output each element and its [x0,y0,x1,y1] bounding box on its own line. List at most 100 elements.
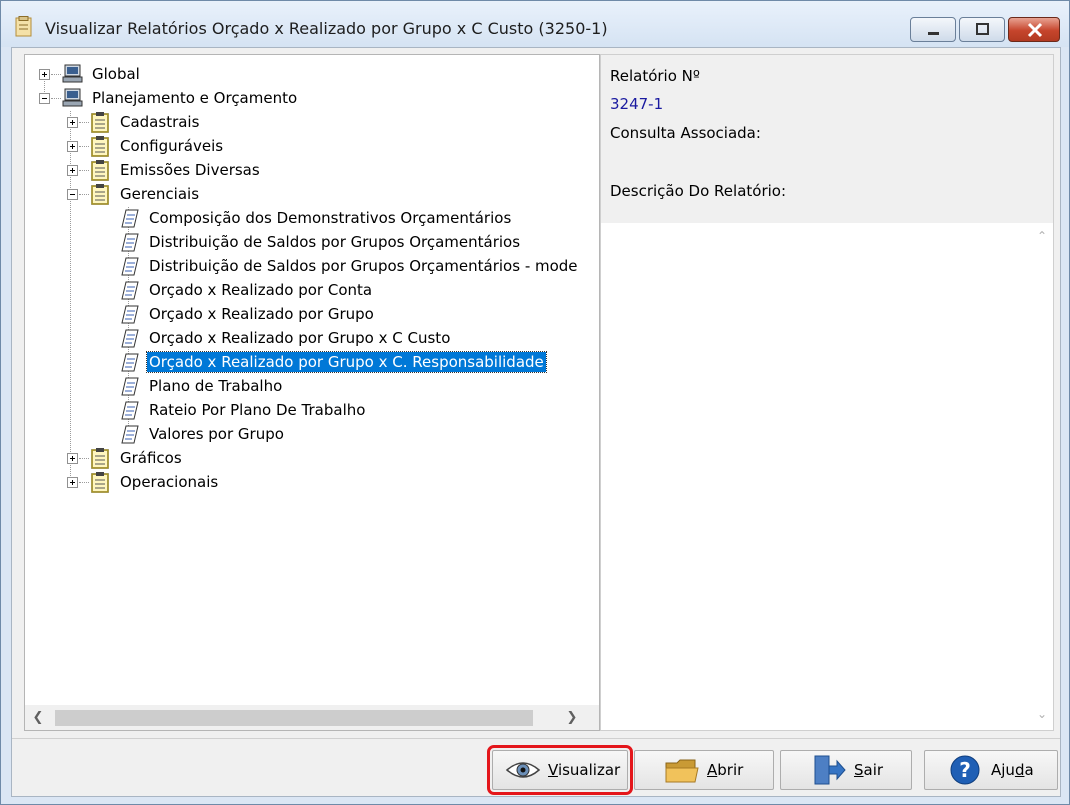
expand-icon[interactable] [67,453,78,464]
tree-node[interactable]: Emissões Diversas [25,159,599,181]
tree-node-label: Rateio Por Plano De Trabalho [149,401,366,419]
tree-node-label: Emissões Diversas [120,161,260,179]
view-button[interactable]: Visualizar [487,745,633,795]
report-info-panel: Relatório Nº 3247-1 Consulta Associada: … [600,54,1054,731]
report-icon [121,401,139,420]
report-icon [121,305,139,324]
report-number-label: Relatório Nº [610,67,700,85]
report-icon [121,233,139,252]
close-icon [1027,22,1043,38]
scroll-down-icon[interactable]: ⌄ [1034,707,1050,721]
computer-icon [62,64,83,83]
tree-node-label: Distribuição de Saldos por Grupos Orçame… [149,257,578,275]
computer-icon [62,88,83,107]
tree-node[interactable]: Orçado x Realizado por Grupo [25,303,599,325]
tree-node[interactable]: Composição dos Demonstrativos Orçamentár… [25,207,599,229]
help-button-label: Ajuda [991,761,1034,779]
tree-node-label: Configuráveis [120,137,224,155]
tree-node-label: Operacionais [120,473,219,491]
tree-node-label: Planejamento e Orçamento [92,89,298,107]
tree-node[interactable]: Orçado x Realizado por Conta [25,279,599,301]
title-bar: Visualizar Relatórios Orçado x Realizado… [1,1,1069,47]
tree-connector [51,98,61,99]
maximize-button[interactable] [959,17,1005,42]
report-icon [121,425,139,444]
report-icon [121,209,139,228]
report-icon [121,377,139,396]
tree-connector [79,458,89,459]
tree-connector [51,74,61,75]
tree-node-label: Global [92,65,140,83]
report-tree[interactable]: Global Planejamento e Orçamento Cadastrais… [24,54,600,731]
view-button-label: Visualizar [548,761,621,779]
tree-node[interactable]: Orçado x Realizado por Grupo x C. Respon… [25,351,599,373]
tree-node[interactable]: Cadastrais [25,111,599,133]
report-viewer-window: Visualizar Relatórios Orçado x Realizado… [0,0,1070,805]
scroll-right-icon[interactable]: ❯ [563,709,581,727]
report-icon [121,257,139,276]
tree-node-label: Distribuição de Saldos por Grupos Orçame… [149,233,521,251]
tree-connector [79,194,89,195]
eye-icon [505,762,541,778]
tree-node-label: Orçado x Realizado por Grupo [149,305,374,323]
clipboard-icon [91,448,109,469]
tree-node[interactable]: Planejamento e Orçamento [25,87,599,109]
tree-node[interactable]: Orçado x Realizado por Grupo x C Custo [25,327,599,349]
expand-icon[interactable] [67,141,78,152]
tree-node-label: Orçado x Realizado por Conta [149,281,373,299]
collapse-icon[interactable] [39,93,50,104]
scroll-up-icon[interactable]: ⌃ [1034,229,1050,243]
clipboard-icon [91,136,109,157]
report-icon [121,329,139,348]
tree-node[interactable]: Operacionais [25,471,599,493]
collapse-icon[interactable] [67,189,78,200]
description-label: Descrição Do Relatório: [610,182,787,200]
close-button[interactable] [1008,17,1060,42]
help-icon: ? [950,755,980,785]
clipboard-icon [91,160,109,181]
folder-icon [665,759,699,783]
exit-button[interactable]: Sair [780,750,912,790]
report-icon [121,353,139,372]
tree-connector [79,122,89,123]
minimize-icon [928,32,939,35]
clipboard-icon [91,112,109,133]
exit-button-label: Sair [854,761,884,779]
tree-node[interactable]: Distribuição de Saldos por Grupos Orçame… [25,255,599,277]
tree-connector [79,146,89,147]
tree-node-label: Gerenciais [120,185,200,203]
tree-connector [79,170,89,171]
description-textbox[interactable]: ⌃ ⌄ [601,223,1053,730]
clipboard-icon [91,184,109,205]
tree-node[interactable]: Valores por Grupo [25,423,599,445]
expand-icon[interactable] [67,117,78,128]
tree-viewport: Global Planejamento e Orçamento Cadastrais… [25,55,599,705]
expand-icon[interactable] [67,165,78,176]
scrollbar-thumb[interactable] [55,710,533,726]
client-area: Global Planejamento e Orçamento Cadastrais… [11,47,1061,797]
tree-node-label: Plano de Trabalho [149,377,283,395]
tree-node[interactable]: Plano de Trabalho [25,375,599,397]
horizontal-scrollbar[interactable]: ❮ ❯ [25,705,599,730]
tree-node-label: Composição dos Demonstrativos Orçamentár… [149,209,512,227]
tree-node[interactable]: Gerenciais [25,183,599,205]
tree-node[interactable]: Gráficos [25,447,599,469]
tree-node[interactable]: Distribuição de Saldos por Grupos Orçame… [25,231,599,253]
button-bar: Visualizar Abrir Sair ? Ajuda [12,738,1060,796]
vertical-scrollbar[interactable]: ⌃ ⌄ [1031,223,1053,730]
scroll-left-icon[interactable]: ❮ [29,709,47,727]
exit-door-icon [814,755,846,785]
help-button[interactable]: ? Ajuda [924,750,1058,790]
tree-node-label: Orçado x Realizado por Grupo x C Custo [149,329,451,347]
minimize-button[interactable] [910,17,956,42]
tree-node-label: Gráficos [120,449,182,467]
open-button[interactable]: Abrir [634,750,774,790]
associated-query-label: Consulta Associada: [610,124,761,142]
maximize-icon [976,23,989,35]
tree-node[interactable]: Global [25,63,599,85]
tree-node[interactable]: Configuráveis [25,135,599,157]
expand-icon[interactable] [67,477,78,488]
tree-node[interactable]: Rateio Por Plano De Trabalho [25,399,599,421]
tree-node-label: Orçado x Realizado por Grupo x C. Respon… [146,351,547,373]
expand-icon[interactable] [39,69,50,80]
